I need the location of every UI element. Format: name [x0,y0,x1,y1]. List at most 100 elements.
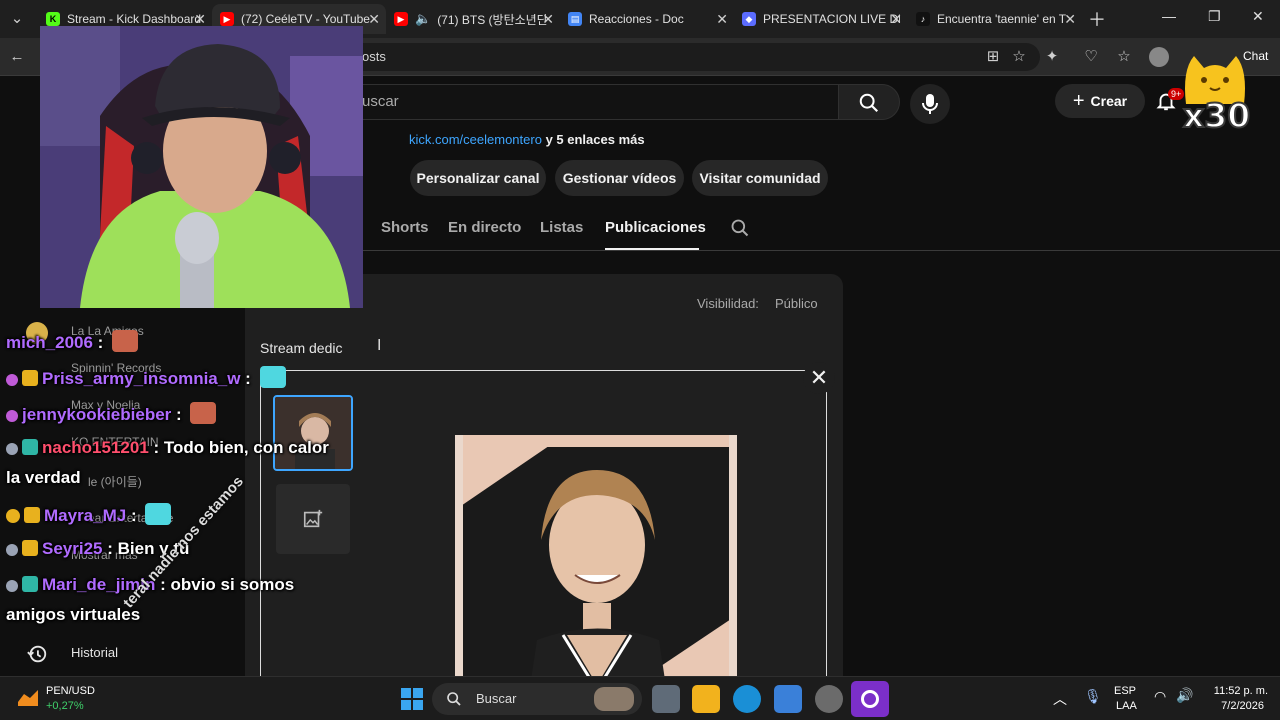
chat-label[interactable]: Chat [1243,49,1268,63]
voice-search-button[interactable] [910,84,950,124]
tab-shorts[interactable]: Shorts [381,219,429,236]
channel-link[interactable]: kick.com/ceelemontero [409,132,542,147]
maximize-icon[interactable]: ❐ [1208,8,1221,25]
chat-text: Todo bien, con calor [163,438,329,457]
minimize-icon[interactable]: — [1162,8,1176,24]
chat-badge-icon [6,410,18,422]
chat-username: nacho151201 [42,438,149,457]
tab-tiktok-taennie[interactable]: ♪ Encuentra 'taennie' en T ✕ [908,4,1082,34]
selected-image-thumbnail[interactable] [273,395,353,471]
window-close-icon[interactable]: ✕ [1252,8,1264,25]
tab-title: (72) CeéleTV - YouTube [241,12,370,26]
clock-time[interactable]: 11:52 p. m. [1204,685,1268,697]
create-label: Crear [1090,93,1128,109]
favorite-star-icon[interactable]: ☆ [1010,48,1028,66]
extensions-icon[interactable]: ✦ [1043,48,1061,66]
ticker-pair[interactable]: PEN/USD [46,685,95,697]
chat-emote [112,330,139,352]
chat-username: Mayra_MJ [44,506,127,525]
tab-live[interactable]: En directo [448,219,521,236]
yt-search-button[interactable] [838,84,900,120]
tab-posts[interactable]: Publicaciones [605,219,706,236]
add-image-button[interactable] [276,484,350,554]
chat-badge-icon [6,374,18,386]
button-label: Visitar comunidad [699,170,821,186]
create-button[interactable]: + Crear [1055,84,1145,118]
stocks-widget-icon[interactable] [16,686,40,710]
yt-search-input[interactable]: uscar [345,84,838,120]
tab-youtube-bts[interactable]: ▶ 🔈 (71) BTS (방탄소년단 ✕ [386,4,560,34]
more-links[interactable]: y 5 enlaces más [546,132,645,147]
chat-emote [259,366,286,388]
close-icon[interactable]: ✕ [716,11,728,28]
chat-badge-icon [6,509,20,523]
edge-browser-icon[interactable] [733,685,761,713]
volume-icon[interactable]: 🔊 [1176,687,1193,704]
visibility-selector[interactable]: Público [775,296,818,311]
search-icon [859,93,879,113]
taskbar-search[interactable]: Buscar [432,683,642,715]
chat-badge-icon [6,544,18,556]
tabs-divider [363,250,1280,251]
settings-gear-icon[interactable] [815,685,843,713]
channel-search-icon[interactable] [730,218,750,238]
sidebar-sub-item[interactable]: le (아이들) [88,473,142,490]
chat-text: la verdad [6,468,81,487]
close-icon[interactable]: ✕ [890,11,902,28]
task-view-icon[interactable] [652,685,680,713]
wifi-icon[interactable]: ◠ [1154,688,1166,705]
crown-badge-icon [22,370,38,386]
manage-videos-button[interactable]: Gestionar vídeos [555,160,684,196]
chat-text: amigos virtuales [6,605,141,624]
favorites-icon[interactable]: ☆ [1115,48,1133,66]
performance-icon[interactable]: ♡ [1082,48,1100,66]
file-explorer-icon[interactable] [692,685,720,713]
button-label: Personalizar canal [416,170,540,186]
tab-playlists[interactable]: Listas [540,219,583,236]
chat-username: Priss_army_insomnia_w [42,369,241,388]
obs-app-icon[interactable] [851,681,889,717]
thumbnail-image [275,397,351,469]
close-icon[interactable]: ✕ [368,11,380,28]
chat-message: mich_2006 : [6,330,139,353]
sidebar-history[interactable]: Historial [71,645,118,660]
search-highlight-image [594,687,634,711]
chat-username: mich_2006 [6,333,93,352]
visit-community-button[interactable]: Visitar comunidad [692,160,828,196]
post-text-input[interactable]: Stream dedic [260,340,342,356]
chat-message: Priss_army_insomnia_w : [6,366,286,389]
crown-badge-icon [22,540,38,556]
language-indicator[interactable]: ESP [1114,685,1136,697]
close-icon[interactable]: ✕ [1064,11,1076,28]
chat-emote [145,503,172,525]
apps-icon[interactable]: ⊞ [984,48,1002,66]
channel-links: kick.com/ceelemontero y 5 enlaces más [409,132,645,147]
speaker-icon[interactable]: 🔈 [415,11,431,27]
back-icon[interactable]: ← [8,48,26,66]
chat-emote [190,402,217,424]
youtube-icon: ▶ [394,12,408,26]
youtube-icon: ▶ [220,12,234,26]
windows-start-icon[interactable] [400,687,424,711]
close-icon[interactable]: ✕ [542,11,554,28]
address-bar[interactable]: osts [340,43,1040,71]
chat-message-continued: amigos virtuales [6,605,140,625]
tab-docs-reacciones[interactable]: ▤ Reacciones - Doc ✕ [560,4,734,34]
store-icon[interactable] [774,685,802,713]
text-cursor-icon: I [377,337,382,354]
tab-search-icon[interactable]: ⌄ [8,10,26,28]
chat-badge-icon [6,443,18,455]
tab-title: Reacciones - Doc [589,12,684,26]
history-icon[interactable] [26,643,48,665]
chevron-up-icon[interactable]: ︿ [1053,689,1067,709]
search-label: Buscar [476,691,517,706]
chat-badge-icon [6,580,18,592]
mic-tray-icon[interactable]: 🎙 [1084,688,1102,705]
new-tab-icon[interactable]: ＋ [1088,6,1106,32]
tab-presentacion-live[interactable]: ◆ PRESENTACION LIVE DE ✕ [734,4,908,34]
shield-icon: ◆ [742,12,756,26]
profile-avatar[interactable] [1149,47,1169,67]
remove-image-button[interactable]: ✕ [803,362,835,394]
tab-title: Encuentra 'taennie' en T [937,12,1067,26]
customize-channel-button[interactable]: Personalizar canal [410,160,546,196]
